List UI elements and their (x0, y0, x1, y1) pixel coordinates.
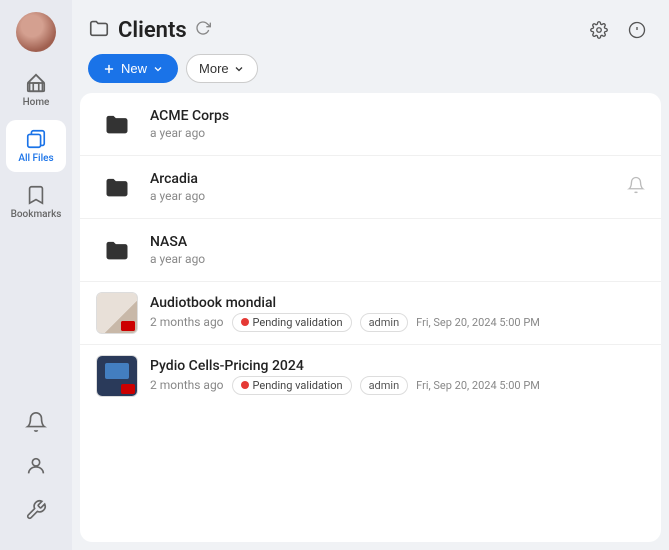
file-meta: a year ago (150, 126, 645, 140)
home-icon (25, 72, 47, 94)
refresh-button[interactable] (195, 20, 211, 40)
avatar[interactable] (16, 12, 56, 52)
bookmark-icon (25, 184, 47, 206)
file-name: Pydio Cells-Pricing 2024 (150, 358, 645, 374)
person-icon (25, 455, 47, 477)
file-name: NASA (150, 234, 645, 250)
file-date: a year ago (150, 189, 205, 203)
admin-badge: admin (360, 313, 409, 332)
file-info-arcadia: Arcadia a year ago (150, 171, 645, 203)
main-content: Clients (72, 0, 669, 550)
file-date: 2 months ago (150, 378, 224, 392)
list-item[interactable]: ACME Corps a year ago (80, 93, 661, 156)
sidebar-item-bookmarks[interactable]: Bookmarks (6, 176, 66, 228)
sidebar-tools-button[interactable] (16, 490, 56, 530)
page-header: Clients (72, 0, 669, 54)
new-button[interactable]: New (88, 54, 178, 83)
status-badge-audiotbook: Pending validation (232, 313, 352, 332)
info-icon (628, 21, 646, 39)
file-info-pydio: Pydio Cells-Pricing 2024 2 months ago Pe… (150, 358, 645, 395)
new-chevron-icon (152, 63, 164, 75)
status-label: Pending validation (253, 316, 343, 329)
list-item[interactable]: Pydio Cells-Pricing 2024 2 months ago Pe… (80, 345, 661, 407)
file-thumbnail-pydio (96, 355, 138, 397)
bell-icon (25, 411, 47, 433)
sidebar: Home All Files Bookmarks (0, 0, 72, 550)
list-item[interactable]: NASA a year ago (80, 219, 661, 282)
status-dot (241, 318, 249, 326)
file-info-acme: ACME Corps a year ago (150, 108, 645, 140)
sidebar-item-home[interactable]: Home (6, 64, 66, 116)
more-chevron-icon (233, 63, 245, 75)
file-name: Audiotbook mondial (150, 295, 645, 311)
more-button[interactable]: More (186, 54, 258, 83)
list-item[interactable]: Audiotbook mondial 2 months ago Pending … (80, 282, 661, 345)
sidebar-bottom (16, 402, 56, 530)
folder-icon-arcadia (96, 166, 138, 208)
header-actions (583, 14, 653, 46)
folder-icon-acme (96, 103, 138, 145)
settings-tools-icon (25, 499, 47, 521)
sidebar-item-allfiles[interactable]: All Files (6, 120, 66, 172)
notification-bell (627, 176, 645, 198)
sidebar-bell-button[interactable] (16, 402, 56, 442)
gear-icon (590, 21, 608, 39)
file-date: 2 months ago (150, 315, 224, 329)
header-title-group: Clients (88, 17, 573, 43)
sidebar-allfiles-label: All Files (18, 153, 53, 164)
files-icon (25, 128, 47, 150)
datetime-badge: Fri, Sep 20, 2024 5:00 PM (416, 379, 540, 392)
file-info-audiotbook: Audiotbook mondial 2 months ago Pending … (150, 295, 645, 332)
file-list: ACME Corps a year ago Arcadia a year ago (80, 93, 661, 542)
file-meta: a year ago (150, 189, 645, 203)
file-name: Arcadia (150, 171, 645, 187)
file-meta: 2 months ago Pending validation admin Fr… (150, 376, 645, 395)
toolbar: New More (72, 54, 669, 93)
file-meta: 2 months ago Pending validation admin Fr… (150, 313, 645, 332)
file-thumbnail-audiotbook (96, 292, 138, 334)
page-title: Clients (118, 18, 187, 43)
title-folder-icon (88, 17, 110, 43)
sidebar-home-label: Home (23, 97, 50, 108)
datetime-badge: Fri, Sep 20, 2024 5:00 PM (416, 316, 540, 329)
status-dot (241, 381, 249, 389)
plus-icon (102, 62, 116, 76)
list-item[interactable]: Arcadia a year ago (80, 156, 661, 219)
status-label: Pending validation (253, 379, 343, 392)
folder-icon-nasa (96, 229, 138, 271)
info-button[interactable] (621, 14, 653, 46)
admin-badge: admin (360, 376, 409, 395)
status-badge-pydio: Pending validation (232, 376, 352, 395)
file-date: a year ago (150, 126, 205, 140)
sidebar-person-button[interactable] (16, 446, 56, 486)
sidebar-bookmarks-label: Bookmarks (11, 209, 62, 220)
file-name: ACME Corps (150, 108, 645, 124)
file-meta: a year ago (150, 252, 645, 266)
settings-button[interactable] (583, 14, 615, 46)
file-info-nasa: NASA a year ago (150, 234, 645, 266)
file-date: a year ago (150, 252, 205, 266)
